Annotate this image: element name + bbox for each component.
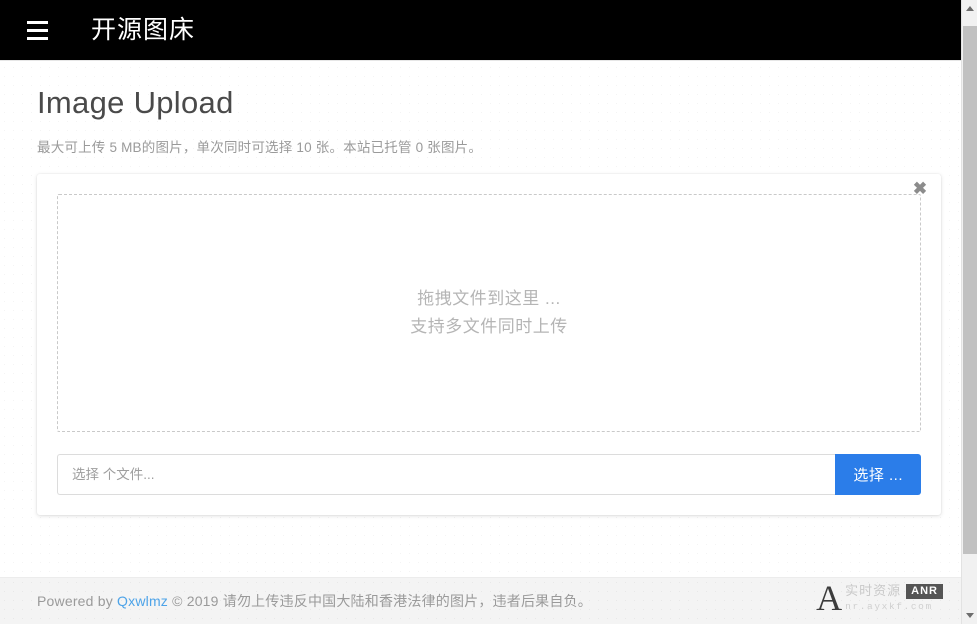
page-footer: Powered by Qxwlmz © 2019 请勿上传违反中国大陆和香港法律… xyxy=(0,577,961,624)
choose-file-button[interactable]: 选择 ... xyxy=(835,454,921,496)
dropzone-line-1: 拖拽文件到这里 ... xyxy=(417,289,561,309)
scroll-down-arrow-icon[interactable] xyxy=(962,607,977,624)
scrollbar-track[interactable] xyxy=(962,17,977,607)
hamburger-menu-icon[interactable] xyxy=(17,10,57,50)
menu-bar-3 xyxy=(26,36,48,40)
file-name-input[interactable] xyxy=(57,454,836,496)
vertical-scrollbar[interactable] xyxy=(961,0,977,624)
watermark-logo-icon: A xyxy=(816,578,843,618)
scrollbar-thumb[interactable] xyxy=(963,26,977,554)
page-title: Image Upload xyxy=(37,85,234,120)
dropzone-line-2: 支持多文件同时上传 xyxy=(410,317,568,337)
page-description: 最大可上传 5 MB的图片，单次同时可选择 10 张。本站已托管 0 张图片。 xyxy=(37,140,483,156)
watermark-badge: ANR xyxy=(906,583,943,599)
footer-prefix: Powered by xyxy=(37,593,118,609)
watermark-cn-text: 实时资源 xyxy=(845,583,902,598)
scroll-up-arrow-icon[interactable] xyxy=(962,0,977,17)
footer-author-link[interactable]: Qxwlmz xyxy=(117,593,168,609)
file-input-group: 选择 ... xyxy=(57,454,921,496)
app-header: 开源图床 xyxy=(0,0,961,61)
upload-card: ✖ 拖拽文件到这里 ... 支持多文件同时上传 选择 ... xyxy=(37,174,941,516)
page-viewport: 开源图床 Image Upload 最大可上传 5 MB的图片，单次同时可选择 … xyxy=(0,0,961,624)
footer-text: Powered by Qxwlmz © 2019 请勿上传违反中国大陆和香港法律… xyxy=(0,591,592,611)
main-content: Image Upload 最大可上传 5 MB的图片，单次同时可选择 10 张。… xyxy=(0,61,961,516)
watermark-url: nr.ayxkf.com xyxy=(845,600,933,612)
close-icon[interactable]: ✖ xyxy=(909,178,931,200)
watermark-text-stack: 实时资源 ANR nr.ayxkf.com xyxy=(845,583,943,613)
menu-bar-2 xyxy=(26,28,48,32)
menu-bar-1 xyxy=(26,20,48,24)
footer-suffix: © 2019 请勿上传违反中国大陆和香港法律的图片，违者后果自负。 xyxy=(168,593,592,609)
file-dropzone[interactable]: 拖拽文件到这里 ... 支持多文件同时上传 xyxy=(57,194,921,433)
caret-up-icon xyxy=(966,6,974,11)
watermark-overlay: A 实时资源 ANR nr.ayxkf.com xyxy=(816,578,943,618)
caret-down-icon xyxy=(966,613,974,618)
app-brand-title: 开源图床 xyxy=(91,15,196,44)
watermark-row: 实时资源 ANR xyxy=(845,583,943,599)
